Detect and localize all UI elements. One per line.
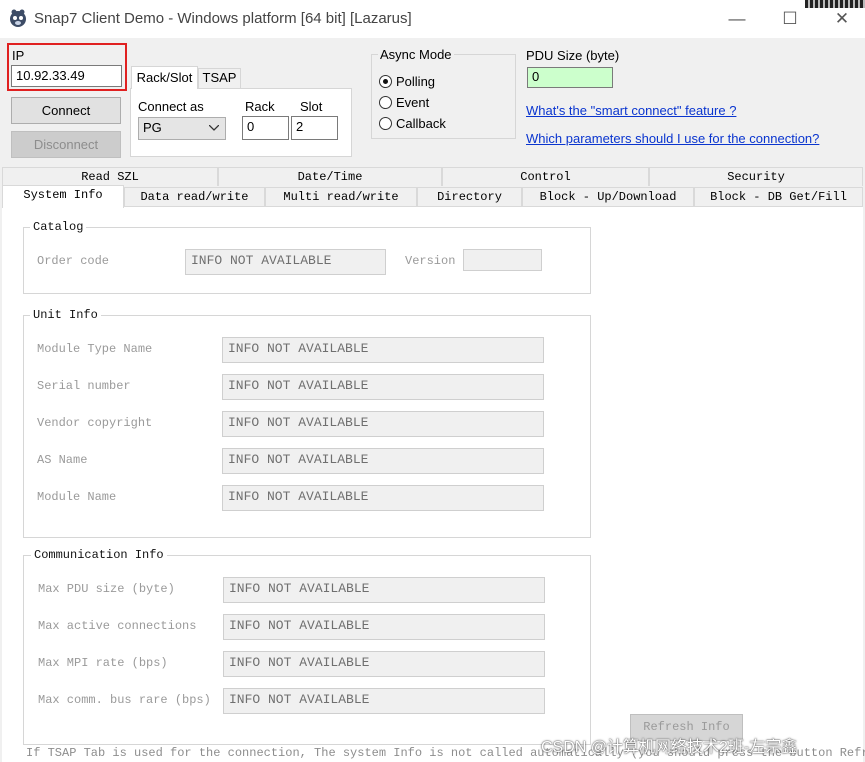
max-active-connections-field: INFO NOT AVAILABLE xyxy=(223,614,545,640)
as-name-field: INFO NOT AVAILABLE xyxy=(222,448,544,474)
tab-directory[interactable]: Directory xyxy=(417,187,522,206)
vendor-copyright-label: Vendor copyright xyxy=(37,416,153,430)
app-icon xyxy=(10,9,26,27)
title-bar: Snap7 Client Demo - Windows platform [64… xyxy=(0,0,865,38)
watermark: CSDN @计算机网络技术2班-左宗鑫 xyxy=(541,739,798,756)
radio-callback[interactable] xyxy=(379,117,392,130)
max-pdu-size-label: Max PDU size (byte) xyxy=(38,582,175,596)
max-mpi-rate-field: INFO NOT AVAILABLE xyxy=(223,651,545,677)
order-code-label: Order code xyxy=(37,254,110,268)
window-title: Snap7 Client Demo - Windows platform [64… xyxy=(34,10,412,27)
max-comm-bus-rate-label: Max comm. bus rare (bps) xyxy=(38,693,211,707)
vendor-copyright-field: INFO NOT AVAILABLE xyxy=(222,411,544,437)
tab-data-read-write[interactable]: Data read/write xyxy=(124,187,265,206)
max-comm-bus-rate-field: INFO NOT AVAILABLE xyxy=(223,688,545,714)
tab-rack-slot[interactable]: Rack/Slot xyxy=(131,66,198,89)
tab-block-up-download[interactable]: Block - Up/Download xyxy=(522,187,694,206)
disconnect-button[interactable]: Disconnect xyxy=(11,131,121,158)
close-button[interactable]: ✕ xyxy=(822,7,862,31)
minimize-button[interactable]: — xyxy=(717,7,757,31)
smart-connect-link[interactable]: What's the "smart connect" feature ? xyxy=(526,103,736,118)
connect-button[interactable]: Connect xyxy=(11,97,121,124)
chevron-down-icon xyxy=(209,125,219,131)
order-code-field: INFO NOT AVAILABLE xyxy=(185,249,386,275)
module-type-name-label: Module Type Name xyxy=(37,342,153,356)
radio-polling-label: Polling xyxy=(396,74,436,89)
maximize-button[interactable]: ☐ xyxy=(770,7,810,31)
catalog-title: Catalog xyxy=(30,220,87,234)
version-field xyxy=(463,249,542,271)
tab-read-szl[interactable]: Read SZL xyxy=(2,167,218,186)
module-name-label: Module Name xyxy=(37,490,117,504)
as-name-label: AS Name xyxy=(37,453,88,467)
serial-number-label: Serial number xyxy=(37,379,131,393)
tab-tsap[interactable]: TSAP xyxy=(198,68,241,88)
rack-input[interactable]: 0 xyxy=(242,116,289,140)
connection-params-link[interactable]: Which parameters should I use for the co… xyxy=(526,131,819,146)
ip-input[interactable]: 10.92.33.49 xyxy=(11,65,122,87)
tab-security[interactable]: Security xyxy=(649,167,863,186)
max-active-connections-label: Max active connections xyxy=(38,619,197,633)
rack-label: Rack xyxy=(245,99,275,114)
connect-as-select[interactable]: PG xyxy=(138,117,226,140)
connect-as-label: Connect as xyxy=(138,99,204,114)
module-name-field: INFO NOT AVAILABLE xyxy=(222,485,544,511)
connect-as-value: PG xyxy=(143,120,162,135)
serial-number-field: INFO NOT AVAILABLE xyxy=(222,374,544,400)
async-mode-title: Async Mode xyxy=(378,47,454,62)
radio-event-label: Event xyxy=(396,95,430,110)
unit-info-title: Unit Info xyxy=(30,308,101,322)
max-mpi-rate-label: Max MPI rate (bps) xyxy=(38,656,168,670)
slot-label: Slot xyxy=(300,99,323,114)
radio-event[interactable] xyxy=(379,96,392,109)
module-type-name-field: INFO NOT AVAILABLE xyxy=(222,337,544,363)
ip-label: IP xyxy=(12,48,25,63)
tab-control[interactable]: Control xyxy=(442,167,649,186)
radio-polling[interactable] xyxy=(379,75,392,88)
pdu-size-field: 0 xyxy=(527,67,613,88)
tab-date-time[interactable]: Date/Time xyxy=(218,167,442,186)
slot-input[interactable]: 2 xyxy=(291,116,338,140)
tab-multi-read-write[interactable]: Multi read/write xyxy=(265,187,417,206)
radio-callback-label: Callback xyxy=(396,116,446,131)
version-label: Version xyxy=(405,254,456,268)
comm-info-title: Communication Info xyxy=(31,548,167,562)
tab-system-info[interactable]: System Info xyxy=(2,185,124,208)
max-pdu-size-field: INFO NOT AVAILABLE xyxy=(223,577,545,603)
pdu-size-label: PDU Size (byte) xyxy=(526,48,620,63)
tab-block-db-get-fill[interactable]: Block - DB Get/Fill xyxy=(694,187,863,206)
